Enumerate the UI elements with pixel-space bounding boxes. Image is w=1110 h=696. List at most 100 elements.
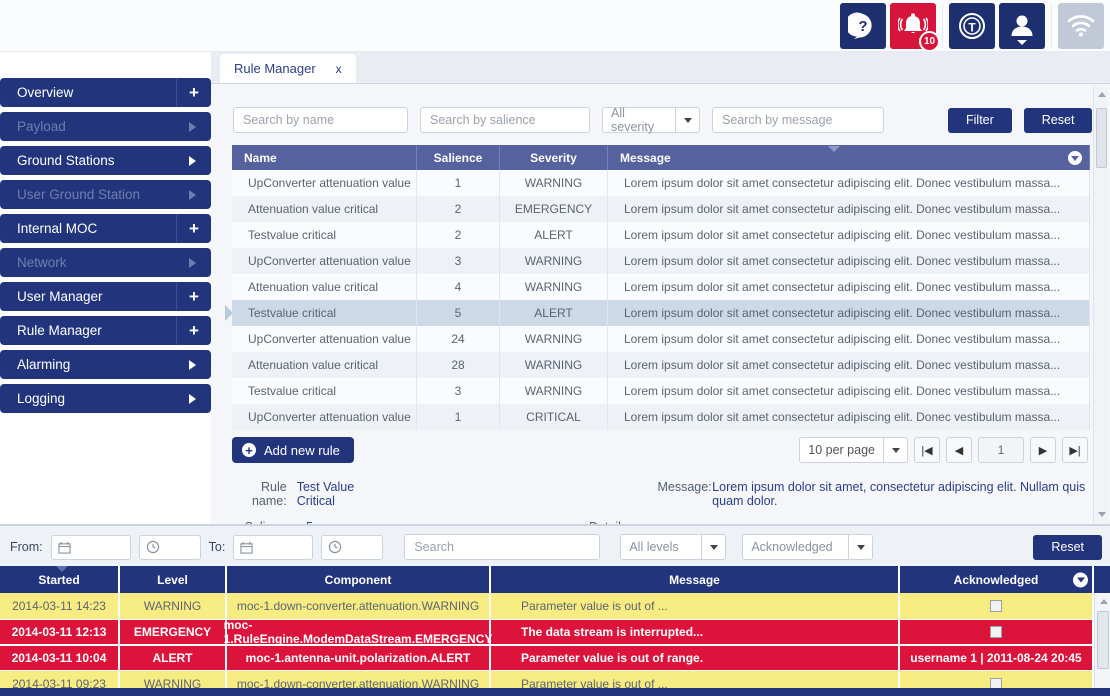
log-scroll-up-icon[interactable] — [1100, 599, 1108, 604]
scroll-down-icon[interactable] — [1098, 512, 1106, 517]
sidebar-item-user-ground-station[interactable]: User Ground Station — [0, 180, 211, 209]
log-search-input[interactable] — [404, 534, 600, 560]
sidebar-item-overview[interactable]: Overview+ — [0, 78, 211, 107]
column-header-severity[interactable]: Severity — [500, 145, 608, 170]
chevron-down-icon[interactable] — [883, 438, 907, 462]
rule-pagination: 10 per page |◀ ◀ 1 ▶ ▶| — [799, 437, 1088, 463]
search-salience-input[interactable] — [420, 107, 590, 133]
per-page-value: 10 per page — [800, 438, 883, 462]
scroll-up-icon[interactable] — [1098, 92, 1106, 97]
table-row[interactable]: Testvalue critical5ALERTLorem ipsum dolo… — [232, 300, 1090, 326]
sidebar-item-network[interactable]: Network — [0, 248, 211, 277]
log-column-options-icon[interactable] — [1073, 572, 1088, 587]
sidebar-item-user-manager[interactable]: User Manager+ — [0, 282, 211, 311]
table-row[interactable]: Testvalue critical2ALERTLorem ipsum dolo… — [232, 222, 1090, 248]
main-scrollbar[interactable] — [1093, 86, 1108, 523]
log-column-component[interactable]: Component — [227, 566, 491, 593]
sidebar-item-label-wrap[interactable]: Ground Stations — [0, 146, 211, 175]
sidebar-add-button[interactable]: + — [177, 78, 211, 107]
sidebar-item-payload[interactable]: Payload — [0, 112, 211, 141]
log-row[interactable]: 2014-03-11 14:23WARNINGmoc-1.down-conver… — [0, 593, 1110, 619]
table-row[interactable]: Attenuation value critical2EMERGENCYLore… — [232, 196, 1090, 222]
log-cell-acknowledged[interactable] — [900, 593, 1094, 619]
chevron-down-icon[interactable] — [701, 535, 725, 559]
log-scrollbar[interactable] — [1094, 593, 1110, 696]
acknowledge-checkbox[interactable] — [990, 626, 1002, 638]
sidebar-add-button[interactable]: + — [177, 316, 211, 345]
column-header-name[interactable]: Name — [232, 145, 417, 170]
first-page-button[interactable]: |◀ — [914, 437, 940, 463]
cell-message: Lorem ipsum dolor sit amet consectetur a… — [608, 352, 1090, 378]
cell-severity: WARNING — [500, 274, 608, 300]
log-cell-acknowledged[interactable]: username 1 | 2011-08-24 20:45 — [900, 646, 1094, 670]
sidebar-item-label-wrap[interactable]: User Manager — [0, 282, 177, 311]
sidebar-add-button[interactable]: + — [177, 214, 211, 243]
log-scroll-thumb[interactable] — [1097, 611, 1109, 669]
sidebar-item-label-wrap[interactable]: Rule Manager — [0, 316, 177, 345]
filter-button[interactable]: Filter — [948, 108, 1012, 133]
alarm-bell-icon[interactable]: 10 — [890, 3, 936, 49]
log-row[interactable]: 2014-03-11 10:04ALERTmoc-1.antenna-unit.… — [0, 645, 1110, 671]
user-account-icon[interactable] — [999, 3, 1045, 49]
prev-page-button[interactable]: ◀ — [946, 437, 972, 463]
column-header-message[interactable]: Message — [608, 145, 1090, 170]
from-date-field[interactable] — [51, 535, 131, 560]
table-row[interactable]: Attenuation value critical28WARNINGLorem… — [232, 352, 1090, 378]
sidebar-item-label-wrap[interactable]: Logging — [0, 384, 211, 413]
severity-select[interactable]: All severity — [602, 107, 700, 133]
log-ack-select[interactable]: Acknowledged — [742, 534, 873, 560]
help-icon[interactable]: ? — [840, 3, 886, 49]
close-icon[interactable]: x — [336, 62, 342, 76]
next-page-button[interactable]: ▶ — [1030, 437, 1056, 463]
chevron-down-icon[interactable] — [848, 535, 872, 559]
sidebar-item-logging[interactable]: Logging — [0, 384, 211, 413]
log-cell-level: WARNING — [120, 593, 227, 619]
scroll-thumb[interactable] — [1096, 108, 1107, 168]
reset-button[interactable]: Reset — [1024, 108, 1093, 133]
log-column-message[interactable]: Message — [491, 566, 900, 593]
column-options-icon[interactable] — [1068, 151, 1082, 165]
table-row[interactable]: UpConverter attenuation value24WARNINGLo… — [232, 326, 1090, 352]
add-new-rule-button[interactable]: + Add new rule — [232, 437, 354, 463]
log-reset-button[interactable]: Reset — [1033, 535, 1102, 560]
sidebar-item-label-wrap[interactable]: Alarming — [0, 350, 211, 379]
log-cell-component: moc-1.RuleEngine.ModemDataStream.EMERGEN… — [227, 620, 491, 644]
chevron-down-icon[interactable] — [675, 108, 699, 132]
sidebar-item-label-wrap[interactable]: User Ground Station — [0, 180, 211, 209]
table-row[interactable]: UpConverter attenuation value1CRITICALLo… — [232, 404, 1090, 430]
sidebar-nav: Overview+PayloadGround StationsUser Grou… — [0, 78, 211, 418]
table-row[interactable]: Attenuation value critical4WARNINGLorem … — [232, 274, 1090, 300]
sidebar-item-alarming[interactable]: Alarming — [0, 350, 211, 379]
column-header-salience[interactable]: Salience — [417, 145, 500, 170]
to-date-field[interactable] — [233, 535, 313, 560]
tab-strip: Rule Manager x — [211, 52, 1110, 83]
log-column-level[interactable]: Level — [120, 566, 227, 593]
from-time-field[interactable] — [139, 535, 201, 560]
sidebar-item-rule-manager[interactable]: Rule Manager+ — [0, 316, 211, 345]
log-cell-message: The data stream is interrupted... — [491, 620, 900, 644]
table-row[interactable]: UpConverter attenuation value3WARNINGLor… — [232, 248, 1090, 274]
to-time-field[interactable] — [321, 535, 383, 560]
last-page-button[interactable]: ▶| — [1062, 437, 1088, 463]
sidebar-item-label-wrap[interactable]: Overview — [0, 78, 177, 107]
page-number-input[interactable]: 1 — [978, 437, 1024, 463]
sidebar-item-ground-stations[interactable]: Ground Stations — [0, 146, 211, 175]
top-icon-group: ? 10 T — [838, 3, 1106, 49]
log-column-acknowledged[interactable]: Acknowledged — [900, 566, 1094, 593]
per-page-select[interactable]: 10 per page — [799, 437, 908, 463]
log-cell-acknowledged[interactable] — [900, 620, 1094, 644]
log-row[interactable]: 2014-03-11 12:13EMERGENCYmoc-1.RuleEngin… — [0, 619, 1110, 645]
log-level-select[interactable]: All levels — [620, 534, 726, 560]
sidebar-item-label-wrap[interactable]: Internal MOC — [0, 214, 177, 243]
table-row[interactable]: Testvalue critical3WARNINGLorem ipsum do… — [232, 378, 1090, 404]
telemetry-icon[interactable]: T — [949, 3, 995, 49]
search-name-input[interactable] — [233, 107, 408, 133]
sidebar-add-button[interactable]: + — [177, 282, 211, 311]
table-row[interactable]: UpConverter attenuation value1WARNINGLor… — [232, 170, 1090, 196]
tab-rule-manager[interactable]: Rule Manager x — [220, 54, 356, 83]
sidebar-item-label-wrap[interactable]: Payload — [0, 112, 211, 141]
acknowledge-checkbox[interactable] — [990, 600, 1002, 612]
search-message-input[interactable] — [712, 107, 884, 133]
sidebar-item-internal-moc[interactable]: Internal MOC+ — [0, 214, 211, 243]
sidebar-item-label-wrap[interactable]: Network — [0, 248, 211, 277]
